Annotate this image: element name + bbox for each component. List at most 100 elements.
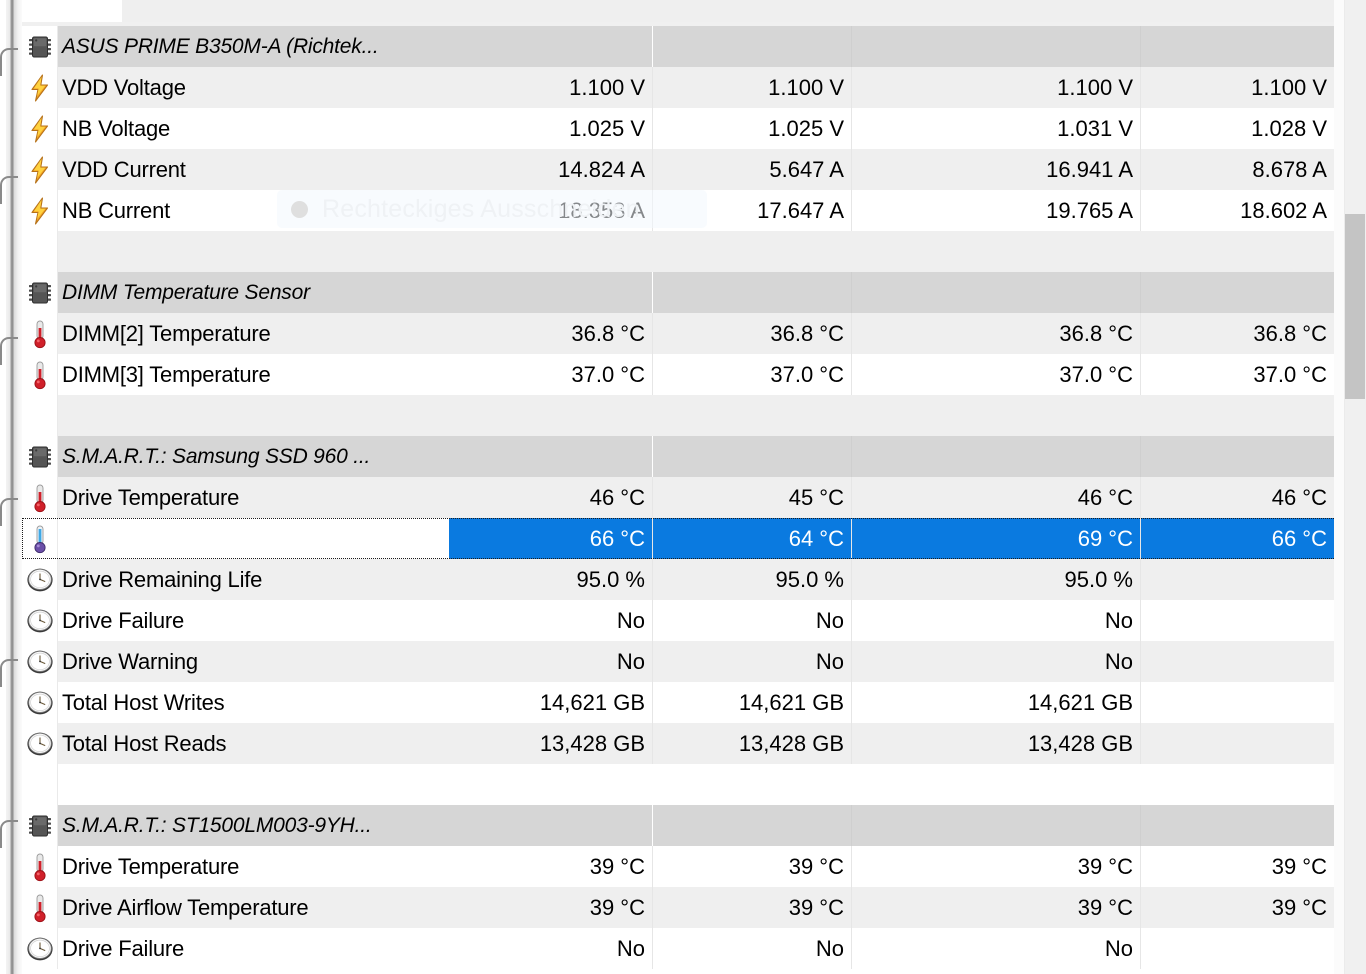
row-icon-cell bbox=[22, 559, 58, 600]
sensor-row[interactable]: Drive WarningNoNoNo bbox=[22, 641, 1344, 682]
row-icon-cell bbox=[22, 723, 58, 764]
scrollbar-track[interactable] bbox=[1344, 0, 1366, 974]
sensor-value-col3 bbox=[852, 26, 1141, 67]
spacer-row bbox=[22, 395, 1344, 436]
sensor-row[interactable]: Drive Remaining Life95.0 %95.0 %95.0 % bbox=[22, 559, 1344, 600]
sensor-name: VDD Voltage bbox=[58, 67, 449, 108]
sensor-value-col1: 46 °C bbox=[449, 477, 653, 518]
sensor-value-col3: 19.765 A bbox=[852, 190, 1141, 231]
sensor-value-col3 bbox=[852, 764, 1141, 805]
sensor-value-col2: 95.0 % bbox=[653, 559, 852, 600]
sensor-value-col1: 13,428 GB bbox=[449, 723, 653, 764]
chip-icon bbox=[27, 34, 53, 60]
clock-icon bbox=[26, 607, 54, 635]
sensor-value-col4: 46 °C bbox=[1141, 477, 1335, 518]
sensor-row[interactable]: NB Voltage1.025 V1.025 V1.031 V1.028 V bbox=[22, 108, 1344, 149]
row-icon-cell bbox=[22, 682, 58, 723]
sensor-name: Drive Airflow Temperature bbox=[58, 887, 449, 928]
spacer-row bbox=[22, 231, 1344, 272]
sensor-row[interactable]: Drive Airflow Temperature39 °C39 °C39 °C… bbox=[22, 887, 1344, 928]
sensor-value-col1 bbox=[449, 764, 653, 805]
sensor-row[interactable]: VDD Voltage1.100 V1.100 V1.100 V1.100 V bbox=[22, 67, 1344, 108]
sensor-value-col3: 69 °C bbox=[852, 518, 1141, 559]
sensor-value-col4: 1.100 V bbox=[1141, 67, 1335, 108]
sensor-row[interactable]: Drive Temperature 266 °C64 °C69 °C66 °C bbox=[22, 518, 1344, 559]
sensor-row[interactable]: Total Host Writes14,621 GB14,621 GB14,62… bbox=[22, 682, 1344, 723]
sensor-group-header-row[interactable]: ASUS PRIME B350M-A (Richtek... bbox=[22, 26, 1344, 67]
sensor-row[interactable]: Drive Temperature46 °C45 °C46 °C46 °C bbox=[22, 477, 1344, 518]
lightning-icon bbox=[27, 115, 53, 143]
row-icon-cell bbox=[22, 313, 58, 354]
sensor-row[interactable]: DIMM[2] Temperature36.8 °C36.8 °C36.8 °C… bbox=[22, 313, 1344, 354]
sensor-value-col1 bbox=[449, 395, 653, 436]
sensor-group-header-row[interactable]: DIMM Temperature Sensor bbox=[22, 272, 1344, 313]
sensor-value-col3: 46 °C bbox=[852, 477, 1141, 518]
thermometer-red-icon bbox=[30, 360, 50, 390]
border-notch bbox=[0, 498, 18, 526]
sensor-name: Total Host Reads bbox=[58, 723, 449, 764]
sensor-row[interactable]: Drive FailureNoNoNo bbox=[22, 600, 1344, 641]
vertical-scrollbar[interactable] bbox=[1344, 0, 1366, 974]
sensor-group-header-row[interactable]: S.M.A.R.T.: Samsung SSD 960 ... bbox=[22, 436, 1344, 477]
sensor-row[interactable]: Drive Temperature39 °C39 °C39 °C39 °C bbox=[22, 846, 1344, 887]
sensor-value-col3 bbox=[852, 436, 1141, 477]
row-icon-cell bbox=[22, 272, 58, 313]
sensor-value-col2 bbox=[653, 436, 852, 477]
sensor-value-col2: 14,621 GB bbox=[653, 682, 852, 723]
sensor-value-col2 bbox=[653, 26, 852, 67]
row-icon-cell bbox=[22, 846, 58, 887]
sensor-value-col1: 1.025 V bbox=[449, 108, 653, 149]
sensor-value-col1 bbox=[449, 26, 653, 67]
sensor-value-col2: 39 °C bbox=[653, 887, 852, 928]
row-icon-cell bbox=[22, 149, 58, 190]
sensor-value-col2 bbox=[653, 395, 852, 436]
sensor-name: Drive Failure bbox=[58, 928, 449, 969]
row-icon-cell bbox=[22, 805, 58, 846]
sensor-value-col4: 36.8 °C bbox=[1141, 313, 1335, 354]
sensor-row[interactable]: VDD Current14.824 A5.647 A16.941 A8.678 … bbox=[22, 149, 1344, 190]
sensor-value-col2: No bbox=[653, 600, 852, 641]
sensor-value-col1: 14,621 GB bbox=[449, 682, 653, 723]
border-notch bbox=[0, 48, 18, 76]
sensor-value-col4: 37.0 °C bbox=[1141, 354, 1335, 395]
sensor-row[interactable]: NB Current18.353 A17.647 A19.765 A18.602… bbox=[22, 190, 1344, 231]
sensor-value-col4 bbox=[1141, 600, 1335, 641]
sensor-row[interactable]: DIMM[3] Temperature37.0 °C37.0 °C37.0 °C… bbox=[22, 354, 1344, 395]
sensor-value-col1: 37.0 °C bbox=[449, 354, 653, 395]
sensor-row[interactable]: Drive FailureNoNoNo bbox=[22, 928, 1344, 969]
sensor-value-col2 bbox=[653, 764, 852, 805]
sensor-value-col2: 13,428 GB bbox=[653, 723, 852, 764]
sensor-row[interactable]: Total Host Reads13,428 GB13,428 GB13,428… bbox=[22, 723, 1344, 764]
sensor-value-col3: 13,428 GB bbox=[852, 723, 1141, 764]
clock-icon bbox=[26, 935, 54, 963]
sensor-name: DIMM Temperature Sensor bbox=[58, 272, 449, 313]
sensor-value-col3: No bbox=[852, 928, 1141, 969]
sensor-value-col1: No bbox=[449, 641, 653, 682]
scrollbar-thumb[interactable] bbox=[1345, 214, 1365, 399]
sensor-value-col4 bbox=[1141, 395, 1335, 436]
sensor-value-col4 bbox=[1141, 436, 1335, 477]
sensor-value-col1 bbox=[449, 272, 653, 313]
row-icon-cell bbox=[22, 108, 58, 149]
sensor-name: Drive Temperature bbox=[58, 846, 449, 887]
sensor-name: Drive Failure bbox=[58, 600, 449, 641]
clock-icon bbox=[26, 689, 54, 717]
lightning-icon bbox=[27, 74, 53, 102]
sensor-value-col3 bbox=[852, 231, 1141, 272]
row-icon-cell bbox=[22, 887, 58, 928]
row-icon-cell bbox=[22, 354, 58, 395]
sensor-value-col2: No bbox=[653, 641, 852, 682]
sensor-table[interactable]: ASUS PRIME B350M-A (Richtek... VDD Volta… bbox=[22, 26, 1344, 974]
sensor-group-header-row[interactable]: S.M.A.R.T.: ST1500LM003-9YH... bbox=[22, 805, 1344, 846]
chip-icon bbox=[27, 813, 53, 839]
row-icon-cell bbox=[22, 518, 58, 559]
row-icon-cell bbox=[22, 395, 58, 436]
sensor-name: NB Voltage bbox=[58, 108, 449, 149]
sensor-value-col2 bbox=[653, 272, 852, 313]
sensor-name bbox=[58, 395, 449, 436]
spacer-row bbox=[22, 764, 1344, 805]
sensor-name: ASUS PRIME B350M-A (Richtek... bbox=[58, 26, 449, 67]
sensor-name: S.M.A.R.T.: Samsung SSD 960 ... bbox=[58, 436, 449, 477]
sensor-name: VDD Current bbox=[58, 149, 449, 190]
sensor-value-col2: No bbox=[653, 928, 852, 969]
